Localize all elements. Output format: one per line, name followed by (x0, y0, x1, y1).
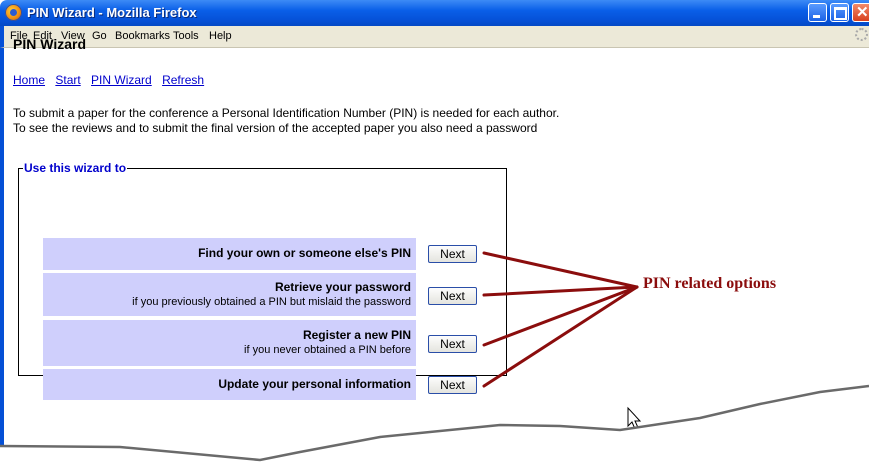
maximize-button[interactable] (830, 3, 849, 22)
intro-text: To submit a paper for the conference a P… (13, 106, 559, 136)
wizard-legend: Use this wizard to (24, 161, 127, 175)
option-label: Register a new PIN (302, 328, 411, 342)
loading-throbber-icon (855, 28, 868, 41)
option-retrieve-password: Retrieve your password if you previously… (43, 273, 416, 316)
option-update-info: Update your personal information (43, 369, 416, 400)
intro-line: To submit a paper for the conference a P… (13, 106, 560, 120)
minimize-button[interactable] (808, 3, 827, 22)
next-button-update-info[interactable]: Next (428, 376, 477, 394)
option-description: if you previously obtained a PIN but mis… (132, 296, 411, 308)
nav-link-refresh[interactable]: Refresh (162, 73, 204, 87)
option-description: if you never obtained a PIN before (244, 344, 411, 356)
menu-help[interactable]: Help (209, 30, 232, 42)
nav-link-pin-wizard[interactable]: PIN Wizard (91, 73, 152, 87)
intro-line: To see the reviews and to submit the fin… (13, 121, 538, 135)
option-label: Find your own or someone else's PIN (198, 246, 411, 260)
menu-bar: File Edit View Go Bookmarks Tools Help (0, 26, 869, 48)
option-find-pin: Find your own or someone else's PIN (43, 238, 416, 270)
menu-go[interactable]: Go (92, 30, 107, 42)
option-register-pin: Register a new PIN if you never obtained… (43, 320, 416, 366)
annotation-label: PIN related options (643, 275, 777, 292)
next-button-register-pin[interactable]: Next (428, 335, 477, 353)
firefox-logo-icon (5, 4, 22, 21)
nav-link-start[interactable]: Start (55, 73, 80, 87)
option-label: Update your personal information (218, 377, 411, 391)
page-title: PIN Wizard (13, 36, 86, 52)
menu-bookmarks[interactable]: Bookmarks (115, 30, 170, 42)
nav-link-home[interactable]: Home (13, 73, 45, 87)
close-button[interactable] (852, 3, 869, 22)
next-button-find-pin[interactable]: Next (428, 245, 477, 263)
nav-links: Home Start PIN Wizard Refresh (13, 73, 211, 87)
menu-tools[interactable]: Tools (173, 30, 199, 42)
title-bar[interactable]: PIN Wizard - Mozilla Firefox (0, 0, 869, 26)
window-title: PIN Wizard - Mozilla Firefox (27, 5, 197, 20)
next-button-retrieve-password[interactable]: Next (428, 287, 477, 305)
option-label: Retrieve your password (274, 280, 411, 294)
browser-window: PIN Wizard - Mozilla Firefox File Edit V… (0, 0, 869, 472)
